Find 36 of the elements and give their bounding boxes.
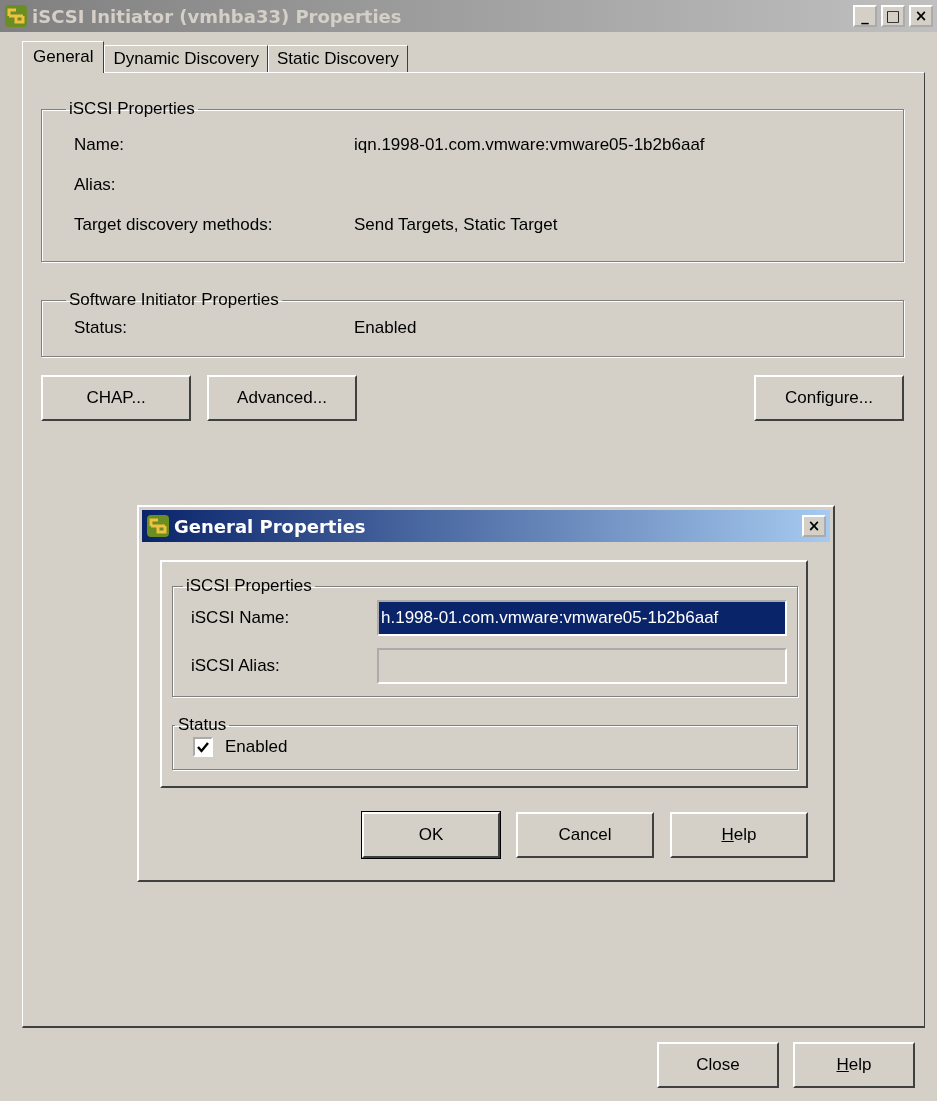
action-button[interactable]: CHAP...: [41, 375, 191, 421]
group-title: iSCSI Properties: [185, 576, 313, 596]
minimize-button[interactable]: _: [853, 5, 877, 27]
property-label: Alias:: [74, 175, 117, 195]
footer-button[interactable]: Help: [793, 1042, 915, 1088]
check-icon: [197, 741, 209, 753]
property-value: Enabled: [354, 318, 418, 338]
action-button[interactable]: Configure...: [754, 375, 904, 421]
property-value: iqn.1998-01.com.vmware:vmware05-1b2b6aaf: [354, 135, 706, 155]
maximize-button[interactable]: □: [881, 5, 905, 27]
input-field[interactable]: h.1998-01.com.vmware:vmware05-1b2b6aaf: [377, 600, 787, 636]
group-title: Software Initiator Properties: [68, 290, 280, 310]
dialog-button[interactable]: OK: [362, 812, 500, 858]
checkbox-label: Enabled: [225, 737, 288, 757]
action-button[interactable]: Advanced...: [207, 375, 357, 421]
dialog-button[interactable]: Help: [670, 812, 808, 858]
property-label: Name:: [74, 135, 126, 155]
app-logo-icon: [4, 4, 28, 28]
property-label: Target discovery methods:: [74, 215, 274, 235]
dialog-title: General Properties: [174, 515, 367, 537]
checkbox[interactable]: [193, 737, 213, 757]
group-title: iSCSI Properties: [68, 99, 196, 119]
property-value: Send Targets, Static Target: [354, 215, 559, 235]
group-title: Status: [177, 715, 228, 735]
dialog-button[interactable]: Cancel: [516, 812, 654, 858]
field-label: iSCSI Alias:: [191, 656, 281, 676]
dialog-logo-icon: [146, 514, 170, 538]
close-button[interactable]: ×: [909, 5, 933, 27]
window-title: iSCSI Initiator (vmhba33) Properties: [32, 5, 403, 27]
field-label: iSCSI Name:: [191, 608, 291, 628]
close-button[interactable]: ×: [802, 515, 826, 537]
property-label: Status:: [74, 318, 128, 338]
tab[interactable]: Static Discovery: [267, 45, 408, 72]
footer-button[interactable]: Close: [657, 1042, 779, 1088]
tab[interactable]: Dynamic Discovery: [104, 45, 268, 72]
tab[interactable]: General: [22, 41, 105, 73]
